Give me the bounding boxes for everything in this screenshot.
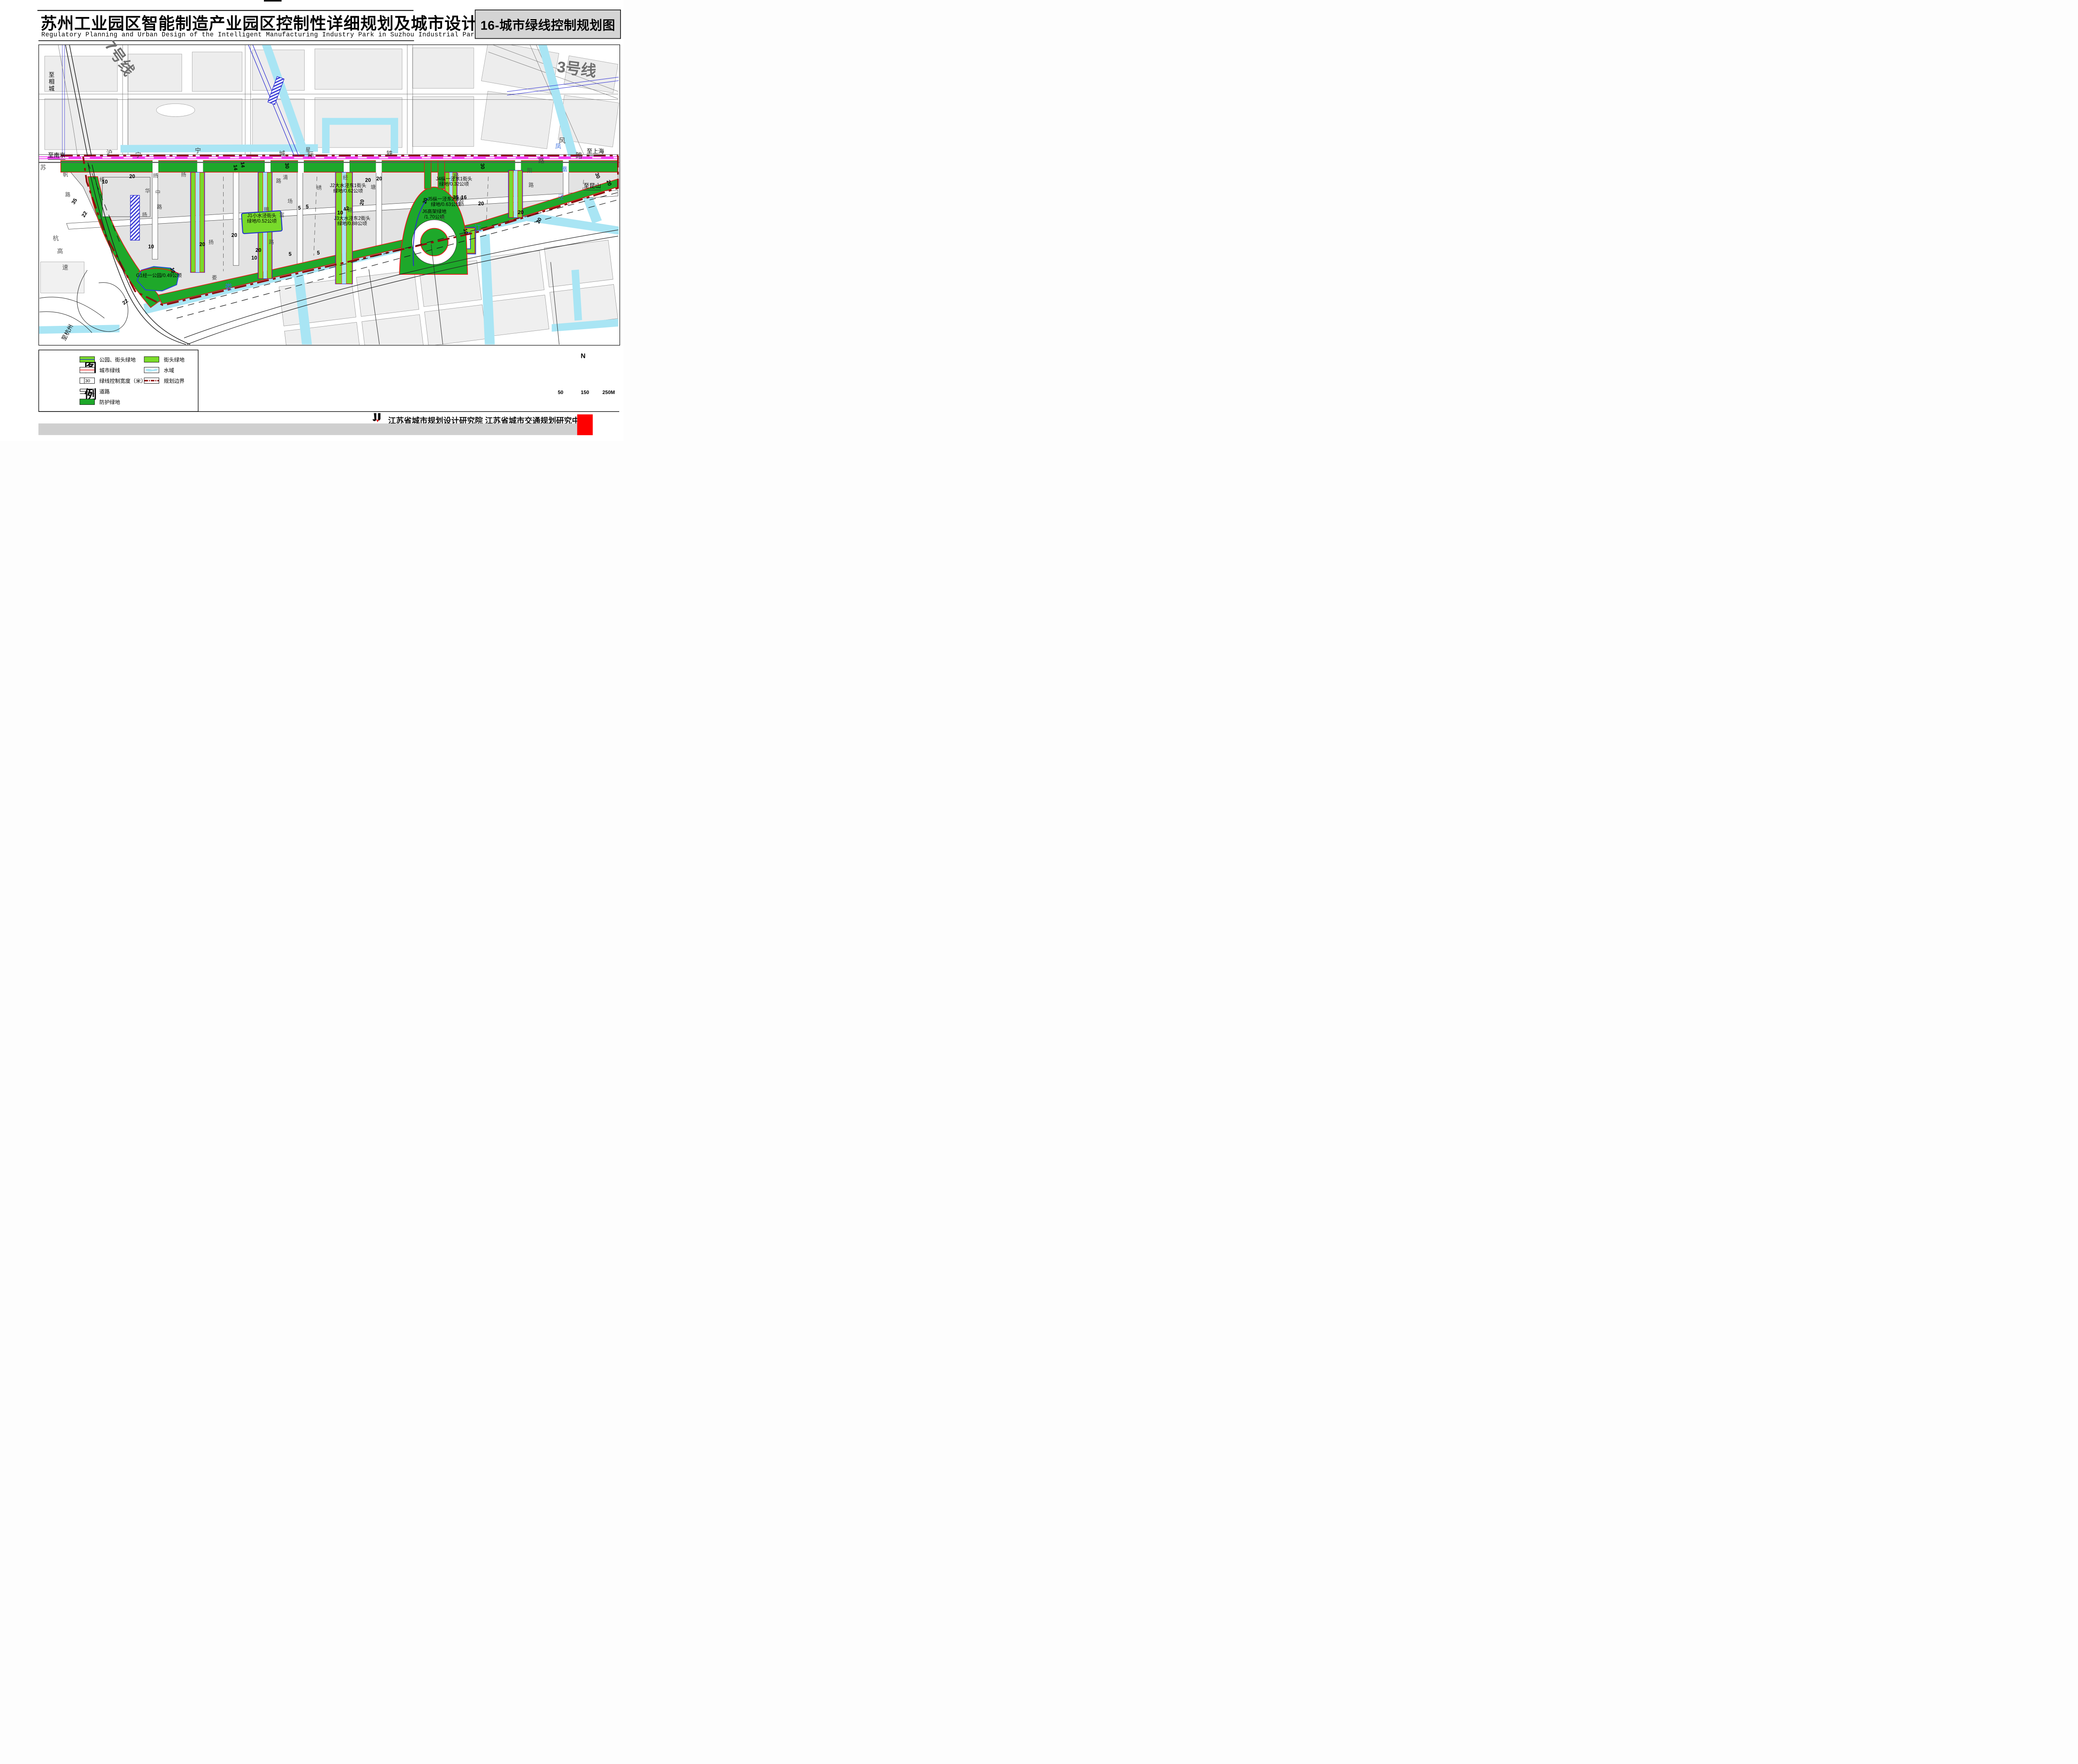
plan-sheet: 苏州工业园区智能制造产业园区控制性详细规划及城市设计 Regulatory Pl… [0,0,623,441]
institute-logo-icon [372,413,384,423]
map-canvas [39,44,620,345]
top-registration-mark [264,0,282,2]
city-blocks-north [45,44,619,150]
park-street-green-swatch [80,357,95,363]
street-green-swatch [144,357,160,363]
scale-label: 250M [602,390,615,395]
legend-item-park-street-green: 公园、街头绿地 [80,356,146,362]
green-line-width-swatch: 30 [80,378,95,384]
protective-green-swatch [80,399,95,405]
sheet-title-box: 16-城市绿线控制规划图 [475,10,621,39]
compass-north-label: N [581,352,586,360]
legend-item-city-green-line: 城市绿线 [80,367,146,373]
footer-gray-bar [39,424,577,435]
water-swatch [144,367,160,373]
legend-item-road: 道路 [80,388,146,394]
footer-rule [39,411,620,412]
page-subtitle: Regulatory Planning and Urban Design of … [42,31,479,38]
planning-boundary-swatch [144,378,160,384]
legend-panel: 图 例 公园、街头绿地 城市绿线 30 绿线控制宽度（米） [39,350,199,412]
scale-label: 150 [581,390,589,395]
svg-text:30: 30 [85,379,90,384]
sheet-title: 16-城市绿线控制规划图 [480,15,616,33]
city-green-line-swatch [80,367,95,373]
legend-item-planning-boundary: 规划边界 [144,377,185,384]
title-bottom-rule [39,40,414,41]
legend-item-protective-green: 防护绿地 [80,399,146,405]
footer-red-block [577,414,593,435]
map-geometry [39,44,620,345]
scale-label: 50 [558,390,563,395]
road-swatch [80,388,95,394]
legend-item-water: 水域 [144,367,185,373]
legend-item-street-green: 街头绿地 [144,356,185,362]
page-title: 苏州工业园区智能制造产业园区控制性详细规划及城市设计 [41,10,478,34]
legend-item-green-line-width: 30 绿线控制宽度（米） [80,377,146,384]
street-green-j1 [241,211,282,234]
